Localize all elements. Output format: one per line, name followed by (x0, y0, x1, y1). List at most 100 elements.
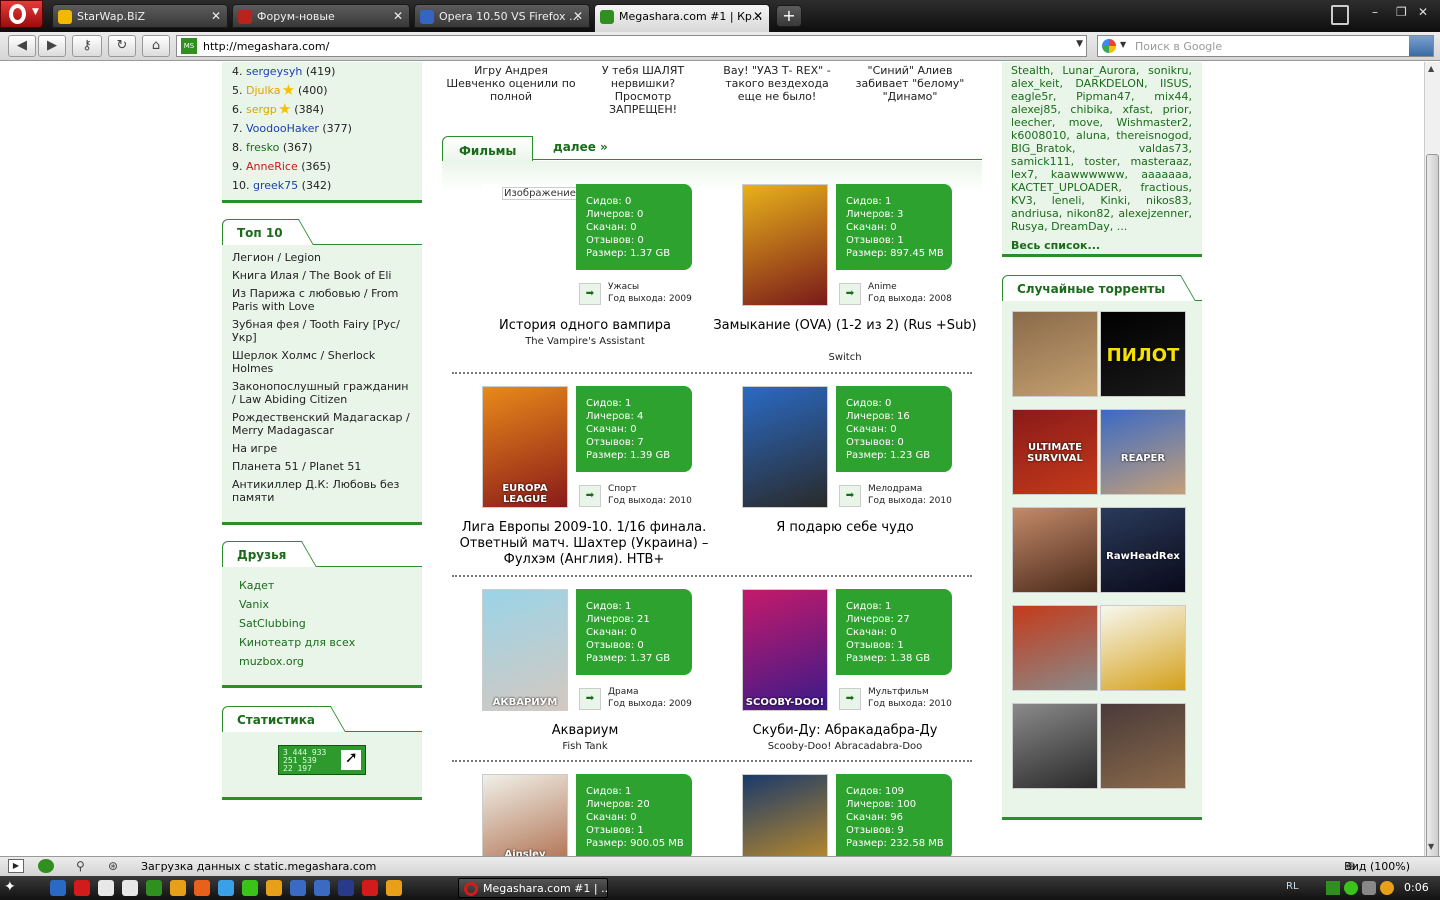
close-icon[interactable]: ✕ (211, 9, 221, 23)
go-arrow-icon[interactable]: ➡ (839, 485, 861, 507)
quick-launch-icon[interactable] (338, 880, 354, 896)
ranking-user-link[interactable]: fresko (246, 141, 279, 154)
quick-launch-icon[interactable] (50, 880, 66, 896)
film-title[interactable]: Скуби-Ду: Абракадабра-Ду (710, 723, 980, 739)
top10-item[interactable]: На игре (232, 442, 412, 455)
random-torrent-thumb[interactable]: ПИЛОТ (1100, 311, 1186, 397)
panel-toggle-icon[interactable]: ▶ (8, 859, 24, 873)
vertical-scrollbar[interactable]: ▲ ▼ (1424, 62, 1440, 880)
quick-launch-icon[interactable] (242, 880, 258, 896)
home-icon[interactable]: ⌂ (142, 35, 170, 57)
minimize-icon[interactable]: – (1372, 5, 1378, 19)
top10-item[interactable]: Книга Илая / The Book of Eli (232, 269, 412, 282)
tray-icon[interactable] (1380, 881, 1394, 895)
quick-launch-icon[interactable] (170, 880, 186, 896)
film-title[interactable]: Замыкание (OVA) (1-2 из 2) (Rus +Sub) (710, 318, 980, 334)
film-title[interactable]: Лига Европы 2009-10. 1/16 финала. Ответн… (434, 520, 734, 568)
opera-menu-button[interactable]: ▼ (0, 0, 43, 28)
ranking-user-link[interactable]: sergeysyh (246, 65, 302, 78)
all-users-link[interactable]: Весь список... (1011, 239, 1192, 252)
tab-megashara[interactable]: Megashara.com #1 | Кр... ✕ (594, 4, 770, 32)
quick-launch-icon[interactable] (266, 880, 282, 896)
start-button[interactable]: ✦ (4, 879, 34, 897)
search-field[interactable]: ▼ Поиск в Google (1097, 35, 1434, 57)
top10-item[interactable]: Шерлок Холмс / Sherlock Holmes (232, 349, 412, 375)
trash-icon[interactable] (1331, 5, 1349, 25)
address-bar[interactable]: MS http://megashara.com/ ▼ (176, 35, 1087, 57)
quick-launch-icon[interactable] (122, 880, 138, 896)
news-item[interactable]: "Синий" Алиев забивает "белому" "Динамо" (844, 64, 976, 103)
random-torrent-thumb[interactable]: REAPER (1100, 409, 1186, 495)
film-poster[interactable]: NARUTO (742, 774, 828, 856)
go-arrow-icon[interactable]: ➡ (839, 688, 861, 710)
forward-button[interactable]: ▶ (38, 35, 66, 57)
friend-link[interactable]: Кинотеатр для всех (239, 636, 405, 649)
friend-link[interactable]: SatClubbing (239, 617, 405, 630)
film-poster[interactable]: Изображение (482, 184, 578, 306)
chevron-down-icon[interactable]: ▼ (1076, 39, 1083, 49)
news-item[interactable]: Вау! "УАЗ Т- REX" - такого вездехода еще… (716, 64, 838, 103)
ranking-user-link[interactable]: Djulka (246, 84, 280, 97)
top10-item[interactable]: Рождественский Мадагаскар / Merry Madaga… (232, 411, 412, 437)
go-arrow-icon[interactable]: ➡ (579, 688, 601, 710)
film-title[interactable]: Я подарю себе чудо (710, 520, 980, 536)
zoom-level[interactable]: Вид (100%) (1344, 860, 1410, 873)
film-poster[interactable]: Ainsley Harriott's Feel-Good Cookbook (482, 774, 568, 856)
restore-icon[interactable]: ❐ (1396, 5, 1407, 19)
ranking-user-link[interactable]: VoodooHaker (246, 122, 319, 135)
random-torrent-thumb[interactable] (1012, 507, 1098, 593)
film-poster[interactable] (742, 386, 828, 508)
top10-item[interactable]: Зубная фея / Tooth Fairy [Рус/Укр] (232, 318, 412, 344)
random-torrent-thumb[interactable] (1012, 703, 1098, 789)
back-button[interactable]: ◀ (8, 35, 36, 57)
quick-launch-icon[interactable] (74, 880, 90, 896)
friend-link[interactable]: Vanix (239, 598, 405, 611)
tab-opera-vs-firefox[interactable]: Opera 10.50 VS Firefox ... ✕ (414, 4, 590, 28)
close-icon[interactable]: ✕ (393, 9, 403, 23)
top10-item[interactable]: Законопослушный гражданин / Law Abiding … (232, 380, 412, 406)
address-input[interactable]: http://megashara.com/ (203, 40, 329, 53)
film-title[interactable]: Аквариум (450, 723, 720, 739)
ranking-user-link[interactable]: greek75 (253, 179, 298, 192)
scroll-up-icon[interactable]: ▲ (1428, 64, 1434, 73)
scroll-thumb[interactable] (1426, 154, 1439, 880)
close-window-icon[interactable]: ✕ (1418, 5, 1428, 19)
network-icon[interactable]: ⚲ (76, 859, 85, 873)
top10-item[interactable]: Планета 51 / Planet 51 (232, 460, 412, 473)
tab-starwap[interactable]: StarWap.BiZ ✕ (52, 4, 228, 28)
close-icon[interactable]: ✕ (753, 9, 763, 23)
visitor-counter[interactable]: 3 444 933 251 539 22 197 ➚ (278, 745, 366, 775)
close-icon[interactable]: ✕ (573, 9, 583, 23)
friend-link[interactable]: Кадет (239, 579, 405, 592)
random-torrent-thumb[interactable] (1012, 311, 1098, 397)
tray-icon[interactable] (1362, 881, 1376, 895)
films-more-link[interactable]: далее » (553, 140, 608, 154)
search-input[interactable]: Поиск в Google (1135, 40, 1222, 53)
google-icon[interactable] (1102, 39, 1116, 53)
quick-launch-icon[interactable] (386, 880, 402, 896)
films-tab[interactable]: Фильмы (442, 136, 534, 162)
taskbar-item-megashara[interactable]: Megashara.com #1 | ... (458, 878, 608, 898)
ranking-user-link[interactable]: sergp (246, 103, 277, 116)
film-title[interactable]: История одного вампира (450, 318, 720, 334)
scroll-down-icon[interactable]: ▼ (1428, 842, 1434, 851)
quick-launch-icon[interactable] (218, 880, 234, 896)
film-poster[interactable]: АКВАРИУМ (482, 589, 568, 711)
quick-launch-icon[interactable] (146, 880, 162, 896)
quick-launch-icon[interactable] (98, 880, 114, 896)
top10-item[interactable]: Из Парижа с любовью / From Paris with Lo… (232, 287, 412, 313)
key-icon[interactable]: ⚷ (72, 35, 102, 57)
quick-launch-icon[interactable] (362, 880, 378, 896)
tab-forum[interactable]: Форум-новые ✕ (232, 4, 410, 28)
uploaders-list[interactable]: Stealth, Lunar_Aurora, sonikru, alex_kei… (1011, 64, 1192, 233)
random-torrent-thumb[interactable]: RawHeadRex (1100, 507, 1186, 593)
film-poster[interactable] (742, 184, 828, 306)
go-arrow-icon[interactable]: ➡ (839, 283, 861, 305)
go-arrow-icon[interactable]: ➡ (579, 485, 601, 507)
random-torrent-thumb[interactable] (1100, 703, 1186, 789)
quick-launch-icon[interactable] (290, 880, 306, 896)
news-item[interactable]: Игру Андрея Шевченко оценили по полной (446, 64, 576, 103)
news-item[interactable]: У тебя ШАЛЯТ нервишки? Просмотр ЗАПРЕЩЕН… (582, 64, 704, 116)
turbo-icon[interactable]: ⊛ (108, 859, 118, 873)
sync-icon[interactable] (38, 859, 54, 873)
